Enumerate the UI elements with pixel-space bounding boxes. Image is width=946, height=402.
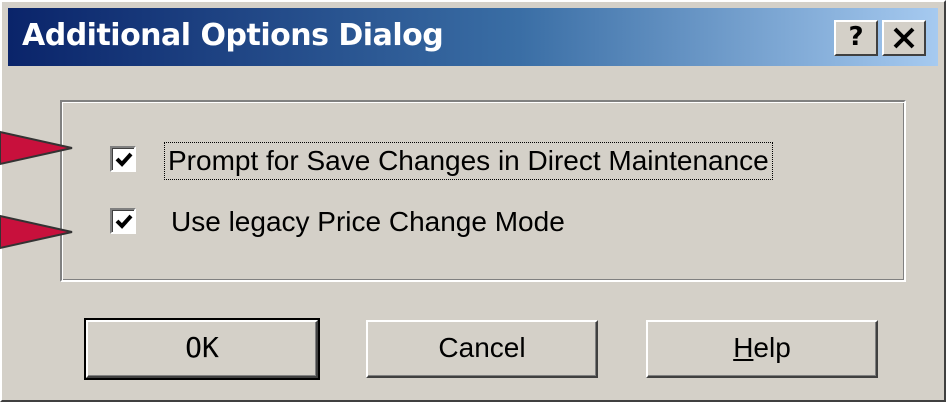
- cancel-button-label: Cancel: [438, 332, 526, 363]
- options-groupbox: [60, 100, 906, 282]
- pointer-arrow-icon: [0, 214, 73, 250]
- checkbox-label[interactable]: Use legacy Price Change Mode: [168, 204, 568, 240]
- checkmark-icon: [115, 214, 133, 229]
- checkbox-label[interactable]: Prompt for Save Changes in Direct Mainte…: [164, 142, 773, 180]
- title-bar[interactable]: Additional Options Dialog ?: [8, 8, 938, 66]
- pointer-arrow-icon: [0, 130, 73, 166]
- help-button[interactable]: Help: [646, 320, 878, 378]
- checkbox-box[interactable]: [110, 146, 136, 172]
- cancel-button[interactable]: Cancel: [366, 320, 598, 378]
- close-icon: [893, 27, 915, 49]
- help-title-button[interactable]: ?: [834, 20, 878, 56]
- ok-button[interactable]: OK: [84, 318, 320, 380]
- help-button-label: Help: [733, 332, 791, 363]
- dialog-title: Additional Options Dialog: [22, 18, 444, 53]
- close-button[interactable]: [882, 20, 926, 56]
- ok-button-label: OK: [185, 331, 219, 364]
- checkbox-box[interactable]: [110, 208, 136, 234]
- additional-options-dialog: Additional Options Dialog ? Prompt for S…: [0, 0, 946, 402]
- checkmark-icon: [115, 152, 133, 167]
